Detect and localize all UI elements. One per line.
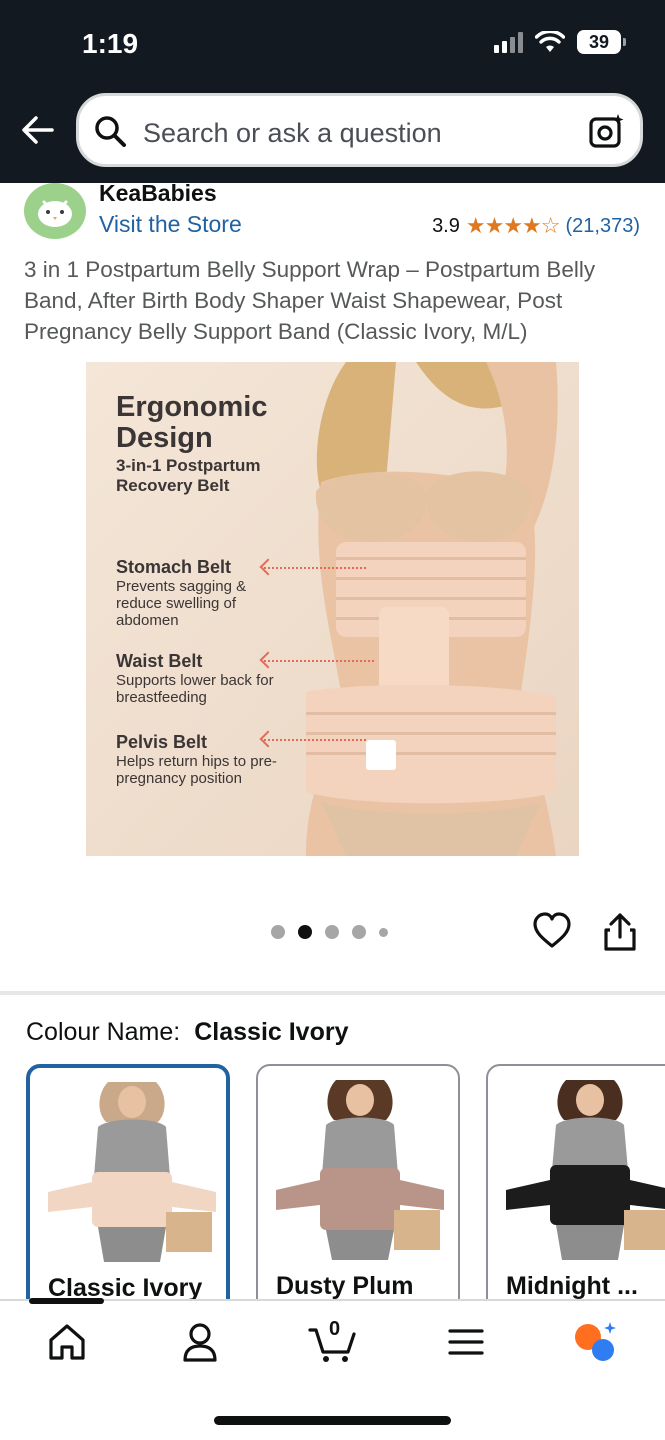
search-input[interactable]: Search or ask a question <box>143 118 442 149</box>
product-title: 3 in 1 Postpartum Belly Support Wrap – P… <box>24 257 596 344</box>
rating-summary[interactable]: 3.9 ★★★★☆ (21,373) <box>432 213 640 239</box>
back-arrow-icon[interactable] <box>20 112 56 148</box>
carousel-dot[interactable] <box>325 925 339 939</box>
share-icon[interactable] <box>602 912 638 952</box>
swatch-image <box>276 1080 444 1260</box>
swatch-image <box>506 1080 665 1260</box>
star-rating-icon: ★★★★☆ <box>465 213 561 238</box>
carousel-dot[interactable] <box>352 925 366 939</box>
wifi-icon <box>535 31 565 52</box>
carousel-dot[interactable] <box>379 927 388 937</box>
swatch-image <box>48 1082 216 1262</box>
swatch-label: Midnight ... <box>506 1272 638 1300</box>
account-icon[interactable] <box>178 1320 222 1364</box>
section-divider <box>0 991 665 995</box>
home-indicator <box>214 1416 451 1425</box>
menu-icon[interactable] <box>444 1320 488 1364</box>
carousel-dots[interactable] <box>271 925 388 939</box>
search-icon <box>95 116 126 147</box>
colour-swatch-midnight[interactable]: Midnight ... <box>486 1064 665 1314</box>
colour-swatch-classic-ivory[interactable]: Classic Ivory <box>26 1064 230 1314</box>
nav-active-indicator <box>29 1298 104 1304</box>
rating-count[interactable]: (21,373) <box>566 215 641 238</box>
rufus-icon[interactable] <box>572 1320 616 1364</box>
brand-logo[interactable] <box>24 183 86 239</box>
camera-search-icon[interactable] <box>588 112 626 150</box>
cart-button[interactable]: 0 <box>308 1318 358 1364</box>
home-icon[interactable] <box>45 1320 89 1364</box>
swatch-label: Dusty Plum <box>276 1272 414 1300</box>
product-image[interactable]: Ergonomic Design 3-in-1 Postpartum Recov… <box>86 362 579 856</box>
hero-heading: Ergonomic Design <box>116 391 268 454</box>
colour-swatch-dusty-plum[interactable]: Dusty Plum <box>256 1064 460 1314</box>
status-time: 1:19 <box>82 28 139 59</box>
rating-value: 3.9 <box>432 214 460 237</box>
colour-selected-value: Classic Ivory <box>194 1018 349 1046</box>
status-icons: 39 <box>494 30 626 54</box>
heart-icon[interactable] <box>532 911 572 951</box>
cart-count: 0 <box>329 1318 341 1340</box>
visit-store-link[interactable]: Visit the Store <box>99 211 242 238</box>
colour-label: Colour Name: <box>26 1018 181 1046</box>
app-header: 1:19 39 Search or ask a question <box>0 0 665 183</box>
search-bar[interactable]: Search or ask a question <box>76 93 643 167</box>
hero-subheading: 3-in-1 Postpartum Recovery Belt <box>116 456 261 495</box>
carousel-dot[interactable] <box>271 925 285 939</box>
colour-name-row: Colour Name: Classic Ivory <box>26 1018 349 1047</box>
battery-indicator: 39 <box>577 30 626 54</box>
carousel-dot-active[interactable] <box>298 925 312 939</box>
brand-name: KeaBabies <box>99 180 217 206</box>
signal-icon <box>494 31 523 53</box>
